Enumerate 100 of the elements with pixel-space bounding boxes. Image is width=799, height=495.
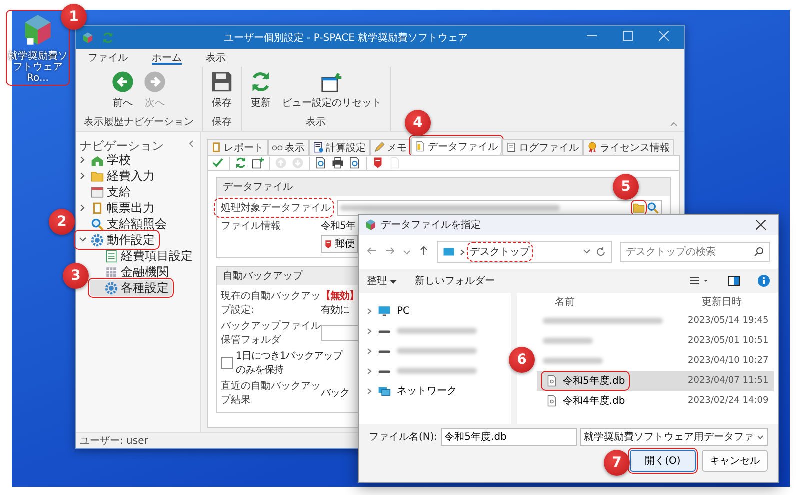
view-menu-icon[interactable] [690, 276, 710, 286]
enable-link[interactable]: 有効に [321, 303, 359, 317]
document-icon [415, 141, 426, 152]
ribbon-button[interactable]: ビュー設定のリセット [282, 71, 382, 110]
modified-date: 2023/04/07 11:51 [688, 376, 770, 386]
tab[interactable]: 計算設定 [309, 139, 370, 155]
app-icon [365, 219, 377, 231]
menu-tab[interactable]: ファイル [88, 51, 128, 65]
house-icon [91, 154, 104, 166]
chevron-right-icon [460, 248, 465, 256]
report-button[interactable]: 郵便 [321, 235, 358, 253]
file-row[interactable]: 2023/04/10 10:27 [537, 351, 774, 371]
menu-tab[interactable]: 表示 [206, 51, 226, 65]
sheet-icon [105, 250, 118, 262]
search-icon [647, 202, 659, 214]
caret-up-icon [670, 121, 678, 127]
tab[interactable]: 表示 [268, 139, 309, 155]
file-row[interactable]: 令和4年度.db 2023/02/24 14:09 [537, 391, 774, 411]
bookmark-icon [324, 240, 333, 248]
ribbon-button[interactable]: 保存 [211, 71, 233, 110]
toolbar-button[interactable] [372, 157, 384, 169]
modified-date: 2023/02/24 14:09 [688, 396, 770, 406]
calendar-icon [91, 186, 104, 198]
file-row[interactable]: 2023/05/01 10:51 [537, 331, 774, 351]
ribbon-button[interactable]: 前へ [112, 71, 134, 110]
cancel-button[interactable]: キャンセル [702, 450, 768, 472]
close-icon [756, 220, 766, 230]
nav-tree-item[interactable]: 動作設定 [76, 232, 158, 248]
organize-menu-button[interactable]: 整理 [367, 274, 398, 288]
tab[interactable]: メモ [370, 139, 411, 155]
new-folder-button[interactable]: 新しいフォルダー [415, 274, 496, 288]
tab[interactable]: ログファイル [502, 139, 583, 155]
folder-icon [91, 170, 104, 182]
folder-name: ネットワーク [397, 385, 457, 398]
panel-title: ナビゲーション [80, 138, 164, 152]
folder-tree-item[interactable]: PC [359, 301, 511, 321]
gear-icon [105, 282, 118, 294]
monitor-icon [443, 246, 455, 258]
ribbon-group-label: 保存 [212, 116, 232, 130]
refresh-icon [250, 71, 272, 93]
folder-tree-item[interactable]: ネットワーク [359, 381, 511, 401]
file-icon [546, 395, 558, 407]
open-button[interactable]: 開く(O) [630, 450, 696, 472]
tab[interactable]: レポート [207, 139, 268, 155]
nav-tree-item[interactable]: 各種設定 [90, 280, 172, 296]
chevron-right-icon [367, 348, 372, 354]
location-text: デスクトップ [470, 245, 530, 259]
refresh-icon[interactable] [596, 247, 606, 257]
pencil-icon [374, 142, 385, 153]
nav-tree-item[interactable]: 帳票出力 [76, 200, 158, 216]
field-label: 直近の自動バックアップ結果 [220, 380, 321, 407]
toolbar-button[interactable] [252, 157, 264, 169]
search-icon [91, 218, 104, 230]
address-bar[interactable]: デスクトップ [437, 241, 612, 263]
column-header[interactable]: 更新日時 [702, 295, 774, 309]
up-arrow-icon [419, 246, 429, 256]
nav-tree-item[interactable]: 学校 [76, 152, 134, 168]
modified-date: 2023/05/14 19:45 [688, 316, 770, 326]
nav-tree-item[interactable]: 経費入力 [76, 168, 158, 184]
checkbox-label: 1日につき1バックアップのみを保持 [236, 350, 344, 377]
search-button[interactable] [647, 202, 659, 214]
checkbox[interactable] [221, 357, 233, 369]
chevron-down-icon[interactable] [583, 249, 591, 255]
toolbar-button[interactable] [349, 157, 361, 169]
help-icon[interactable] [758, 275, 770, 287]
step-number-badge: 1 [61, 4, 87, 30]
nav-tree-item[interactable]: 支給額照会 [76, 216, 170, 232]
preview-pane-icon[interactable] [728, 276, 740, 286]
window-title: ユーザー個別設定 - P-SPACE 就学奨励費ソフトウェア [222, 32, 470, 44]
file-name: 令和4年度.db [563, 394, 626, 408]
folder-name: PC [397, 306, 410, 316]
file-row[interactable]: 2023/05/14 19:45 [537, 311, 774, 331]
gear-icon [91, 234, 104, 246]
medal-icon [587, 142, 598, 153]
grid-icon [105, 266, 118, 278]
refresh-icon [235, 157, 247, 169]
tab[interactable]: ライセンス情報 [583, 139, 674, 155]
tab[interactable]: データファイル [411, 137, 502, 155]
search-field[interactable]: デスクトップの検索 [620, 242, 770, 262]
app-icon [82, 32, 94, 44]
file-type-dropdown[interactable]: 就学奨励費ソフトウェア用データファ [580, 428, 768, 446]
menu-tab[interactable]: ホーム [152, 51, 182, 65]
ribbon-button[interactable]: 更新 [250, 71, 272, 110]
nav-tree-item[interactable]: 経費項目設定 [90, 248, 196, 264]
file-icon [546, 375, 558, 387]
chevron-right-icon [367, 328, 372, 334]
browse-folder-button[interactable] [633, 202, 645, 214]
refresh-icon [102, 32, 114, 44]
ribbon-group-label: 表示 [306, 116, 326, 130]
nav-tree-item[interactable]: 支給 [76, 184, 134, 200]
toolbar-button[interactable] [332, 157, 344, 169]
chevron-right-icon [367, 368, 372, 374]
blurred-text [543, 338, 593, 344]
file-row[interactable]: 令和5年度.db 2023/04/07 11:51 [537, 371, 774, 391]
file-name: 令和5年度.db [563, 374, 626, 388]
caret-down-icon [390, 280, 398, 284]
toolbar-button[interactable] [315, 157, 327, 169]
column-header[interactable]: 名前 [537, 295, 702, 309]
chevron-right-icon [367, 308, 372, 314]
file-name-field[interactable]: 令和5年度.db [440, 428, 577, 446]
